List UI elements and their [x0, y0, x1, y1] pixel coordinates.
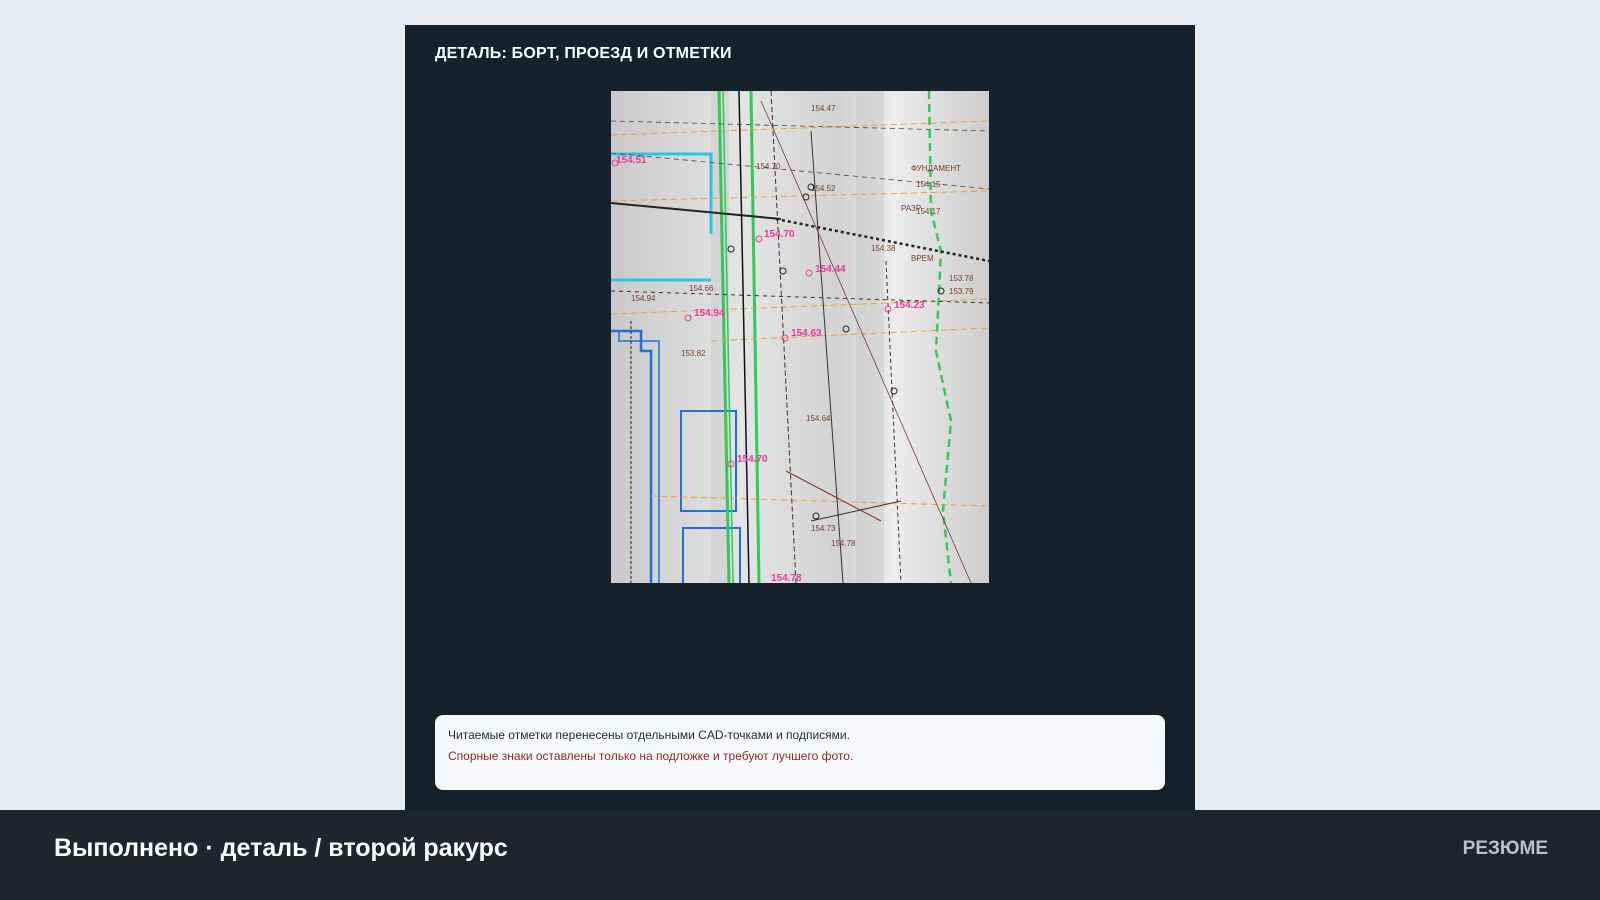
raster-label: 154.78: [831, 539, 856, 548]
elevation-label: 154.70: [737, 454, 768, 465]
raster-label: 154.64: [806, 414, 831, 423]
note-warning: Спорные знаки оставлены только на подлож…: [448, 749, 854, 763]
raster-label: 154.70: [756, 162, 781, 171]
elevation-label: 154.44: [815, 264, 846, 275]
footer-status-title: Выполнено · деталь / второй ракурс: [54, 834, 508, 862]
notes-box: Читаемые отметки перенесены отдельными C…: [435, 715, 1165, 790]
elevation-label: 154.78: [771, 573, 802, 583]
detail-panel: ДЕТАЛЬ: БОРТ, ПРОЕЗД И ОТМЕТКИ 154.47 15…: [405, 25, 1195, 815]
elevation-label: 154.70: [764, 229, 795, 240]
elevation-label: 154.51: [616, 155, 647, 166]
raster-label: ФУНДАМЕНТ: [911, 164, 961, 173]
note-info: Читаемые отметки перенесены отдельными C…: [448, 728, 850, 742]
elevation-label: 154.23: [894, 300, 925, 311]
panel-title: ДЕТАЛЬ: БОРТ, ПРОЕЗД И ОТМЕТКИ: [435, 45, 732, 62]
raster-label: 153.82: [681, 349, 706, 358]
raster-label: 153.79: [949, 287, 974, 296]
raster-label: 154.66: [689, 284, 714, 293]
raster-label: 153.78: [949, 274, 974, 283]
raster-label: РАЗР: [901, 204, 921, 213]
raster-label: 154.73: [811, 524, 836, 533]
raster-label: 154.38: [871, 244, 896, 253]
cad-photo: 154.47 154.52 154.70 154.38 154.15 154.1…: [611, 91, 989, 583]
raster-label: 154.47: [811, 104, 836, 113]
elevation-label: 154.94: [694, 308, 725, 319]
raster-label: ВРЕМ: [911, 254, 934, 263]
raster-label: 154.52: [811, 184, 836, 193]
footer-bar: Выполнено · деталь / второй ракурс РЕЗЮМ…: [0, 810, 1600, 900]
raster-label: 154.94: [631, 294, 656, 303]
summary-link[interactable]: РЕЗЮМЕ: [1463, 838, 1548, 860]
raster-label: 154.15: [916, 180, 941, 189]
elevation-label: 154.63: [791, 328, 822, 339]
